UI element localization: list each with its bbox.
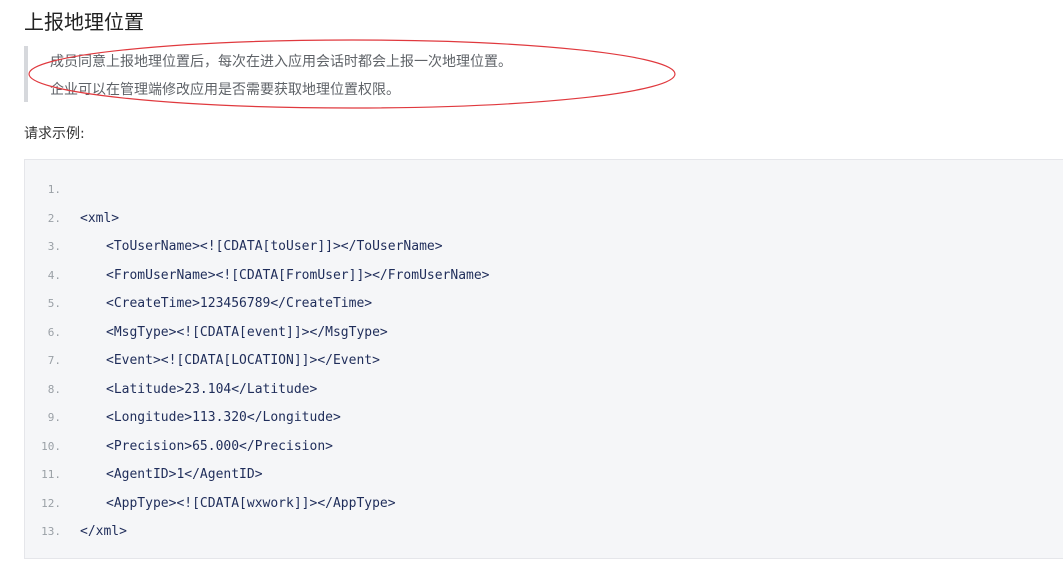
- line-number: 7.: [47, 354, 61, 367]
- line-number: 9.: [47, 411, 61, 424]
- line-number: 11.: [41, 468, 61, 481]
- code-text: <Precision>65.000</Precision>: [106, 438, 333, 454]
- request-example-label: 请求示例:: [24, 126, 85, 142]
- code-block[interactable]: 1. 2. <xml> 3. <ToUserName><![CDATA[toUser]]…: [24, 159, 1063, 559]
- line-number: 4.: [47, 268, 61, 282]
- line-number: 6.: [47, 325, 61, 339]
- note-blockquote: 成员同意上报地理位置后，每次在进入应用会话时都会上报一次地理位置。 企业可以在管…: [24, 46, 678, 102]
- code-text: <CreateTime>123456789</CreateTime>: [106, 296, 373, 311]
- line-number: 13.: [41, 525, 61, 538]
- note-line-1: 成员同意上报地理位置后，每次在进入应用会话时都会上报一次地理位置。: [50, 54, 512, 70]
- line-number: 10.: [41, 439, 61, 453]
- code-text: <FromUserName><![CDATA[FromUser]]></From…: [106, 267, 490, 283]
- note-line-2: 企业可以在管理端修改应用是否需要获取地理位置权限。: [50, 82, 400, 98]
- line-number: 5.: [47, 297, 61, 310]
- line-number: 8.: [47, 382, 61, 396]
- line-number: 1.: [47, 183, 61, 196]
- code-text: <AgentID>1</AgentID>: [106, 467, 263, 482]
- code-text: <Longitude>113.320</Longitude>: [106, 410, 341, 425]
- line-number: 3.: [47, 240, 61, 253]
- line-number: 12.: [41, 496, 61, 510]
- code-text: <MsgType><![CDATA[event]]></MsgType>: [106, 324, 388, 340]
- page-title: 上报地理位置: [24, 10, 144, 34]
- code-text: <xml>: [80, 210, 120, 226]
- code-text: <Latitude>23.104</Latitude>: [106, 381, 318, 397]
- line-number: 2.: [47, 211, 61, 225]
- code-text: </xml>: [80, 524, 127, 539]
- code-text: <Event><![CDATA[LOCATION]]></Event>: [106, 353, 380, 368]
- code-text: <AppType><![CDATA[wxwork]]></AppType>: [106, 495, 396, 511]
- code-text: <ToUserName><![CDATA[toUser]]></ToUserNa…: [106, 239, 443, 254]
